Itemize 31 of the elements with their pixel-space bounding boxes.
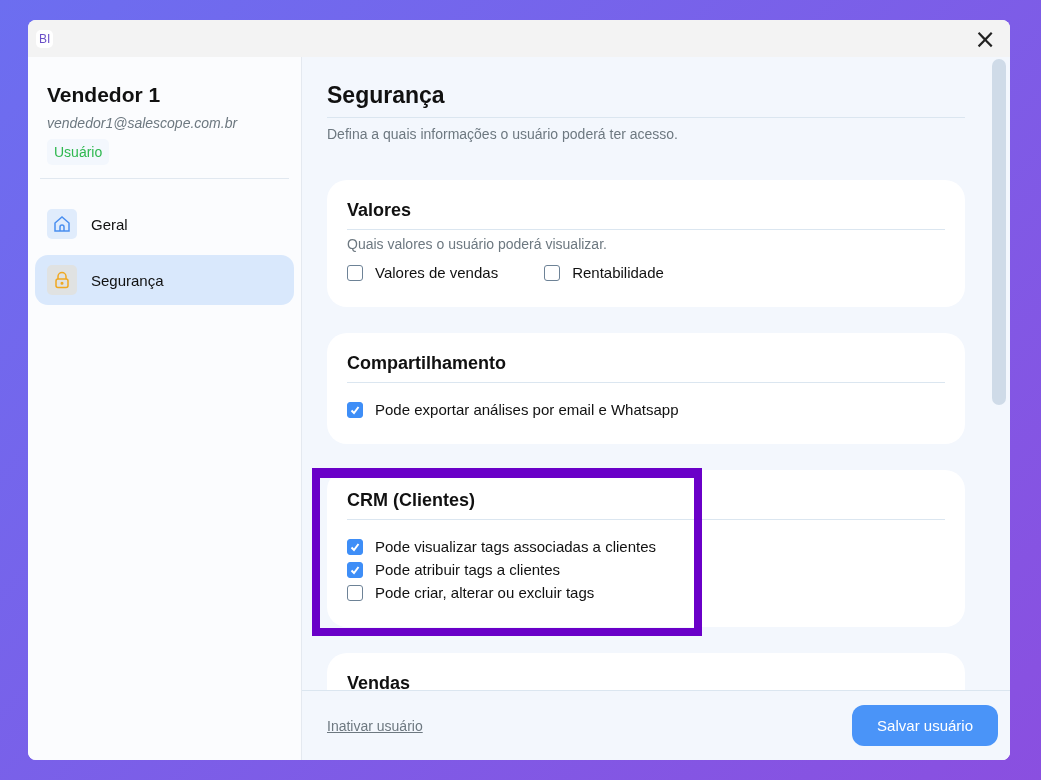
user-name: Vendedor 1 bbox=[47, 83, 162, 107]
checkbox[interactable] bbox=[347, 264, 363, 281]
checkbox-label: Pode exportar análises por email e Whatsapp bbox=[375, 401, 679, 418]
sidebar-item-label: Segurança bbox=[91, 271, 164, 289]
checkbox-label: Valores de vendas bbox=[375, 264, 499, 281]
checkbox[interactable] bbox=[347, 561, 363, 578]
lock-icon bbox=[53, 271, 71, 289]
user-email: vendedor1@salescope.com.br bbox=[47, 115, 239, 131]
checkbox-label: Pode criar, alterar ou excluir tags bbox=[375, 584, 595, 601]
role-badge: Usuário bbox=[47, 139, 110, 165]
checkbox-label: Pode visualizar tags associadas a clientes bbox=[375, 538, 656, 555]
sidebar-item-label: Geral bbox=[91, 215, 128, 233]
close-button[interactable]: × bbox=[968, 25, 1002, 52]
checkbox-label: Rentabilidade bbox=[572, 264, 664, 281]
app-logo: BI bbox=[36, 29, 54, 48]
page-subtitle: Defina a quais informações o usuário poderá ter acesso. bbox=[327, 126, 679, 142]
sidebar-item[interactable]: Segurança bbox=[35, 255, 294, 305]
checkbox[interactable] bbox=[347, 584, 363, 601]
section-title: Compartilhamento bbox=[347, 353, 945, 383]
checkbox[interactable] bbox=[544, 264, 561, 281]
checkbox[interactable] bbox=[347, 538, 363, 555]
section-description: Quais valores o usuário poderá visualizar. bbox=[347, 236, 608, 252]
scrollbar-thumb[interactable] bbox=[992, 59, 1006, 405]
section-title: Valores bbox=[347, 200, 945, 230]
checkbox-label: Pode atribuir tags a clientes bbox=[375, 561, 561, 578]
section-title: CRM (Clientes) bbox=[347, 490, 945, 520]
home-icon bbox=[53, 215, 71, 233]
checkbox[interactable] bbox=[347, 401, 363, 418]
deactivate-link[interactable]: Inativar usuário bbox=[327, 717, 423, 734]
page-title: Segurança bbox=[327, 82, 965, 118]
sidebar-item[interactable]: Geral bbox=[35, 199, 294, 249]
